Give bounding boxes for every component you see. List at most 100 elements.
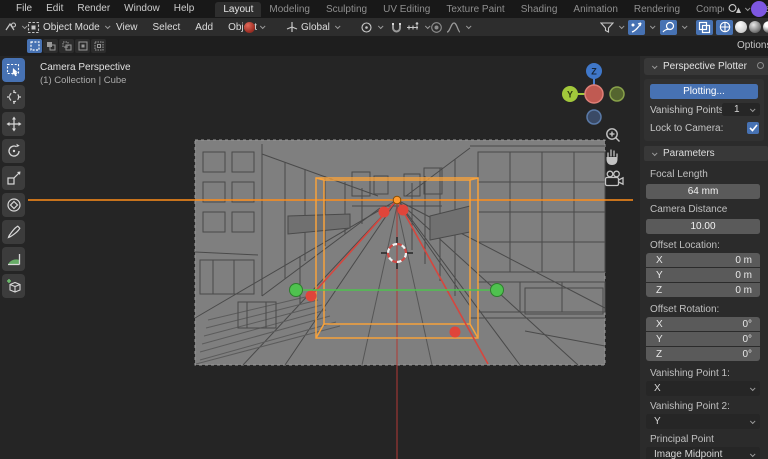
menu-select[interactable]: Select bbox=[147, 22, 187, 33]
menu-add[interactable]: Add bbox=[189, 22, 219, 33]
menu-help[interactable]: Help bbox=[167, 0, 202, 18]
shading-solid-button[interactable] bbox=[735, 21, 747, 33]
tab-animation[interactable]: Animation bbox=[565, 2, 625, 17]
gizmo-z-neg-axis[interactable] bbox=[586, 109, 602, 125]
chevron-down-icon bbox=[259, 23, 266, 30]
tab-modeling[interactable]: Modeling bbox=[261, 2, 318, 17]
xray-toggle[interactable] bbox=[696, 18, 713, 36]
vanishing-point-1-dropdown[interactable]: X bbox=[646, 381, 760, 396]
tab-shading[interactable]: Shading bbox=[513, 2, 566, 17]
tab-texture-paint[interactable]: Texture Paint bbox=[438, 2, 512, 17]
material-sphere-icon bbox=[244, 21, 255, 33]
chevron-down-icon bbox=[749, 384, 756, 391]
tool-move[interactable] bbox=[2, 112, 25, 136]
chevron-down-icon bbox=[465, 23, 472, 30]
offset-rotation-y-field[interactable]: Y 0° bbox=[646, 332, 760, 346]
select-intersect-button[interactable] bbox=[91, 39, 106, 53]
mode-selector[interactable]: Object Mode bbox=[27, 18, 111, 36]
panel-header-perspective-plotter[interactable]: Perspective Plotter bbox=[644, 58, 768, 75]
vanishing-point-2-label: Vanishing Point 2: bbox=[650, 401, 730, 412]
snap-toggle[interactable] bbox=[390, 18, 403, 36]
view-name-label: Camera Perspective bbox=[40, 62, 131, 73]
gizmo-icon bbox=[631, 21, 642, 33]
vanishing-point-handle[interactable] bbox=[392, 195, 402, 205]
chevron-down-icon bbox=[749, 105, 756, 112]
tool-cursor[interactable] bbox=[2, 85, 25, 109]
parameters-section-header[interactable]: Parameters bbox=[644, 146, 768, 161]
proportional-editing-toggle[interactable] bbox=[430, 18, 443, 36]
shading-wireframe-button[interactable] bbox=[716, 19, 733, 35]
transform-orientation-selector[interactable]: Global bbox=[286, 18, 341, 36]
viewport-menubar: View Select Add Object bbox=[110, 18, 263, 36]
focal-length-field[interactable]: 64 mm bbox=[646, 184, 760, 199]
pivot-point-selector[interactable] bbox=[360, 18, 384, 36]
tool-add-cube[interactable] bbox=[2, 274, 25, 298]
axis-value: 0 m bbox=[735, 254, 752, 266]
tool-rotate[interactable] bbox=[2, 139, 25, 163]
menu-file[interactable]: File bbox=[9, 0, 39, 18]
tab-layout[interactable]: Layout bbox=[215, 1, 262, 17]
offset-rotation-z-field[interactable]: Z 0° bbox=[646, 347, 760, 361]
offset-rotation-x-field[interactable]: X 0° bbox=[646, 317, 760, 331]
vanishing-points-value: 1 bbox=[734, 104, 740, 115]
select-set-button[interactable] bbox=[27, 39, 42, 53]
camera-distance-field[interactable]: 10.00 bbox=[646, 219, 760, 234]
viewport-canvas[interactable]: Z Y bbox=[0, 56, 640, 459]
offset-location-x-field[interactable]: X 0 m bbox=[646, 253, 760, 267]
magnet-icon bbox=[392, 22, 401, 32]
object-type-visibility[interactable] bbox=[600, 18, 625, 36]
menu-view[interactable]: View bbox=[110, 22, 144, 33]
shading-rendered-button[interactable] bbox=[763, 21, 768, 33]
pivot-icon bbox=[361, 21, 372, 33]
menu-render[interactable]: Render bbox=[70, 0, 117, 18]
tool-measure[interactable] bbox=[2, 247, 25, 271]
focal-length-label: Focal Length bbox=[650, 169, 708, 180]
vanishing-points-dropdown[interactable]: 1 bbox=[722, 103, 760, 116]
vanishing-point-2-dropdown[interactable]: Y bbox=[646, 414, 760, 429]
blender-window: File Edit Render Window Help Layout Mode… bbox=[0, 0, 768, 459]
offset-location-z-field[interactable]: Z 0 m bbox=[646, 283, 760, 297]
axis-value: 0 m bbox=[735, 269, 752, 281]
viewport-3d[interactable]: Z Y Camera Perspective (1) Collection | … bbox=[0, 56, 768, 459]
tool-annotate[interactable] bbox=[2, 220, 25, 244]
show-overlays-toggle[interactable] bbox=[660, 18, 688, 36]
workspace-tabs: Layout Modeling Sculpting UV Editing Tex… bbox=[215, 0, 724, 18]
chevron-down-icon bbox=[334, 23, 341, 30]
show-gizmo-toggle[interactable] bbox=[628, 18, 656, 36]
tab-uv-editing[interactable]: UV Editing bbox=[375, 2, 438, 17]
shading-mode-switch bbox=[716, 18, 768, 36]
extension-badge[interactable] bbox=[751, 1, 767, 17]
lock-to-camera-checkbox[interactable] bbox=[747, 122, 759, 134]
sidebar-panel: Perspective Plotter Plotting... Vanishin… bbox=[640, 56, 768, 459]
offset-location-y-field[interactable]: Y 0 m bbox=[646, 268, 760, 282]
menu-edit[interactable]: Edit bbox=[39, 0, 70, 18]
select-invert-button[interactable] bbox=[75, 39, 90, 53]
axis-label: X bbox=[656, 254, 663, 266]
vanishing-point-1-value: X bbox=[654, 383, 661, 394]
gizmo-x-axis[interactable] bbox=[584, 84, 604, 104]
principal-point-dropdown[interactable]: Image Midpoint bbox=[646, 447, 760, 459]
tool-select-box[interactable] bbox=[2, 58, 25, 82]
tool-transform[interactable] bbox=[2, 193, 25, 217]
plotting-button[interactable]: Plotting... bbox=[650, 84, 758, 99]
active-object-label: (1) Collection | Cube bbox=[40, 75, 127, 86]
gizmo-y-neg-axis[interactable] bbox=[609, 86, 625, 102]
chevron-down-icon bbox=[618, 23, 625, 30]
tool-scale[interactable] bbox=[2, 166, 25, 190]
select-extend-button[interactable] bbox=[43, 39, 58, 53]
reference-image bbox=[194, 139, 606, 366]
tab-rendering[interactable]: Rendering bbox=[626, 2, 688, 17]
tab-compositing[interactable]: Compositing bbox=[688, 2, 724, 17]
editor-type-selector[interactable] bbox=[3, 18, 28, 36]
tab-sculpting[interactable]: Sculpting bbox=[318, 2, 375, 17]
menu-window[interactable]: Window bbox=[117, 0, 167, 18]
select-subtract-button[interactable] bbox=[59, 39, 74, 53]
active-material-widget[interactable] bbox=[244, 18, 266, 36]
options-dropdown[interactable]: Options bbox=[737, 40, 768, 51]
proportional-editing-icon bbox=[431, 21, 442, 33]
proportional-falloff-selector[interactable] bbox=[446, 18, 472, 36]
snap-target-selector[interactable] bbox=[406, 18, 431, 36]
axis-value: 0 m bbox=[735, 284, 752, 296]
pin-icon[interactable] bbox=[757, 62, 764, 69]
shading-material-button[interactable] bbox=[749, 21, 761, 33]
